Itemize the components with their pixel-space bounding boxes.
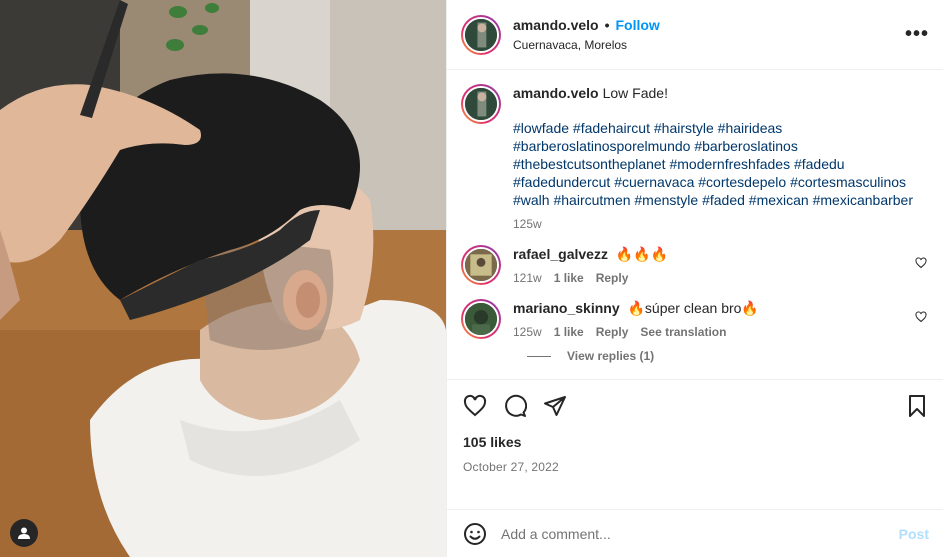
comment-icon[interactable] [503,394,527,418]
commenter-avatar[interactable] [461,299,501,339]
separator-dot: • [604,17,610,33]
author-avatar[interactable] [461,14,501,55]
comment-composer: Post [447,509,943,557]
comment-like-count[interactable]: 1 like [554,325,584,339]
send-icon[interactable] [543,394,567,418]
author-username[interactable]: amando.velo [513,17,599,33]
caption-avatar[interactable] [461,84,501,124]
reply-button[interactable]: Reply [596,325,629,339]
caption-time[interactable]: 125w [513,217,542,231]
see-translation-button[interactable]: See translation [640,325,726,339]
post-location[interactable]: Cuernavaca, Morelos [513,38,660,52]
heart-icon[interactable] [915,311,927,323]
follow-button[interactable]: Follow [616,17,660,33]
caption-username[interactable]: amando.velo [513,85,599,101]
post-date[interactable]: October 27, 2022 [463,460,929,474]
user-icon [17,526,31,540]
emoji-icon[interactable] [463,522,487,546]
comment-input[interactable] [501,525,899,542]
comment-item: mariano_skinny 🔥súper clean bro🔥 125w 1 … [461,299,927,339]
comment-like-count[interactable]: 1 like [554,271,584,285]
haircut-photo [0,0,446,557]
heart-icon[interactable] [463,394,487,418]
post-dialog: amando.velo • Follow Cuernavaca, Morelos… [0,0,943,557]
commenter-avatar[interactable] [461,245,501,285]
view-replies-label: View replies (1) [567,349,655,363]
caption-hashtags[interactable]: #lowfade #fadehaircut #hairstyle #hairid… [513,119,927,209]
caption-text: Low Fade! [602,85,668,101]
caption: amando.velo Low Fade! #lowfade #fadehairc… [461,84,927,231]
comment-time[interactable]: 121w [513,271,542,285]
comment-text: 🔥🔥🔥 [615,246,669,262]
heart-icon[interactable] [915,257,927,269]
comments-list[interactable]: amando.velo Low Fade! #lowfade #fadehairc… [447,70,943,379]
view-replies-button[interactable]: View replies (1) [461,349,927,363]
comment-time[interactable]: 125w [513,325,542,339]
post-details-panel: amando.velo • Follow Cuernavaca, Morelos… [446,0,943,557]
likes-count[interactable]: 105 likes [463,434,929,450]
comment-username[interactable]: mariano_skinny [513,300,620,316]
post-header: amando.velo • Follow Cuernavaca, Morelos… [447,0,943,70]
comment-text: 🔥súper clean bro🔥 [627,300,759,316]
post-photo[interactable] [0,0,446,557]
bookmark-icon[interactable] [905,394,929,418]
post-actions: 105 likes October 27, 2022 [447,379,943,509]
more-options-button[interactable]: ••• [905,23,929,46]
reply-button[interactable]: Reply [596,271,629,285]
comment-username[interactable]: rafael_galvezz [513,246,608,262]
comment-item: rafael_galvezz 🔥🔥🔥 121w 1 like Reply [461,245,927,285]
post-comment-button[interactable]: Post [899,526,929,542]
user-tag-button[interactable] [10,519,38,547]
replies-divider [527,355,551,357]
